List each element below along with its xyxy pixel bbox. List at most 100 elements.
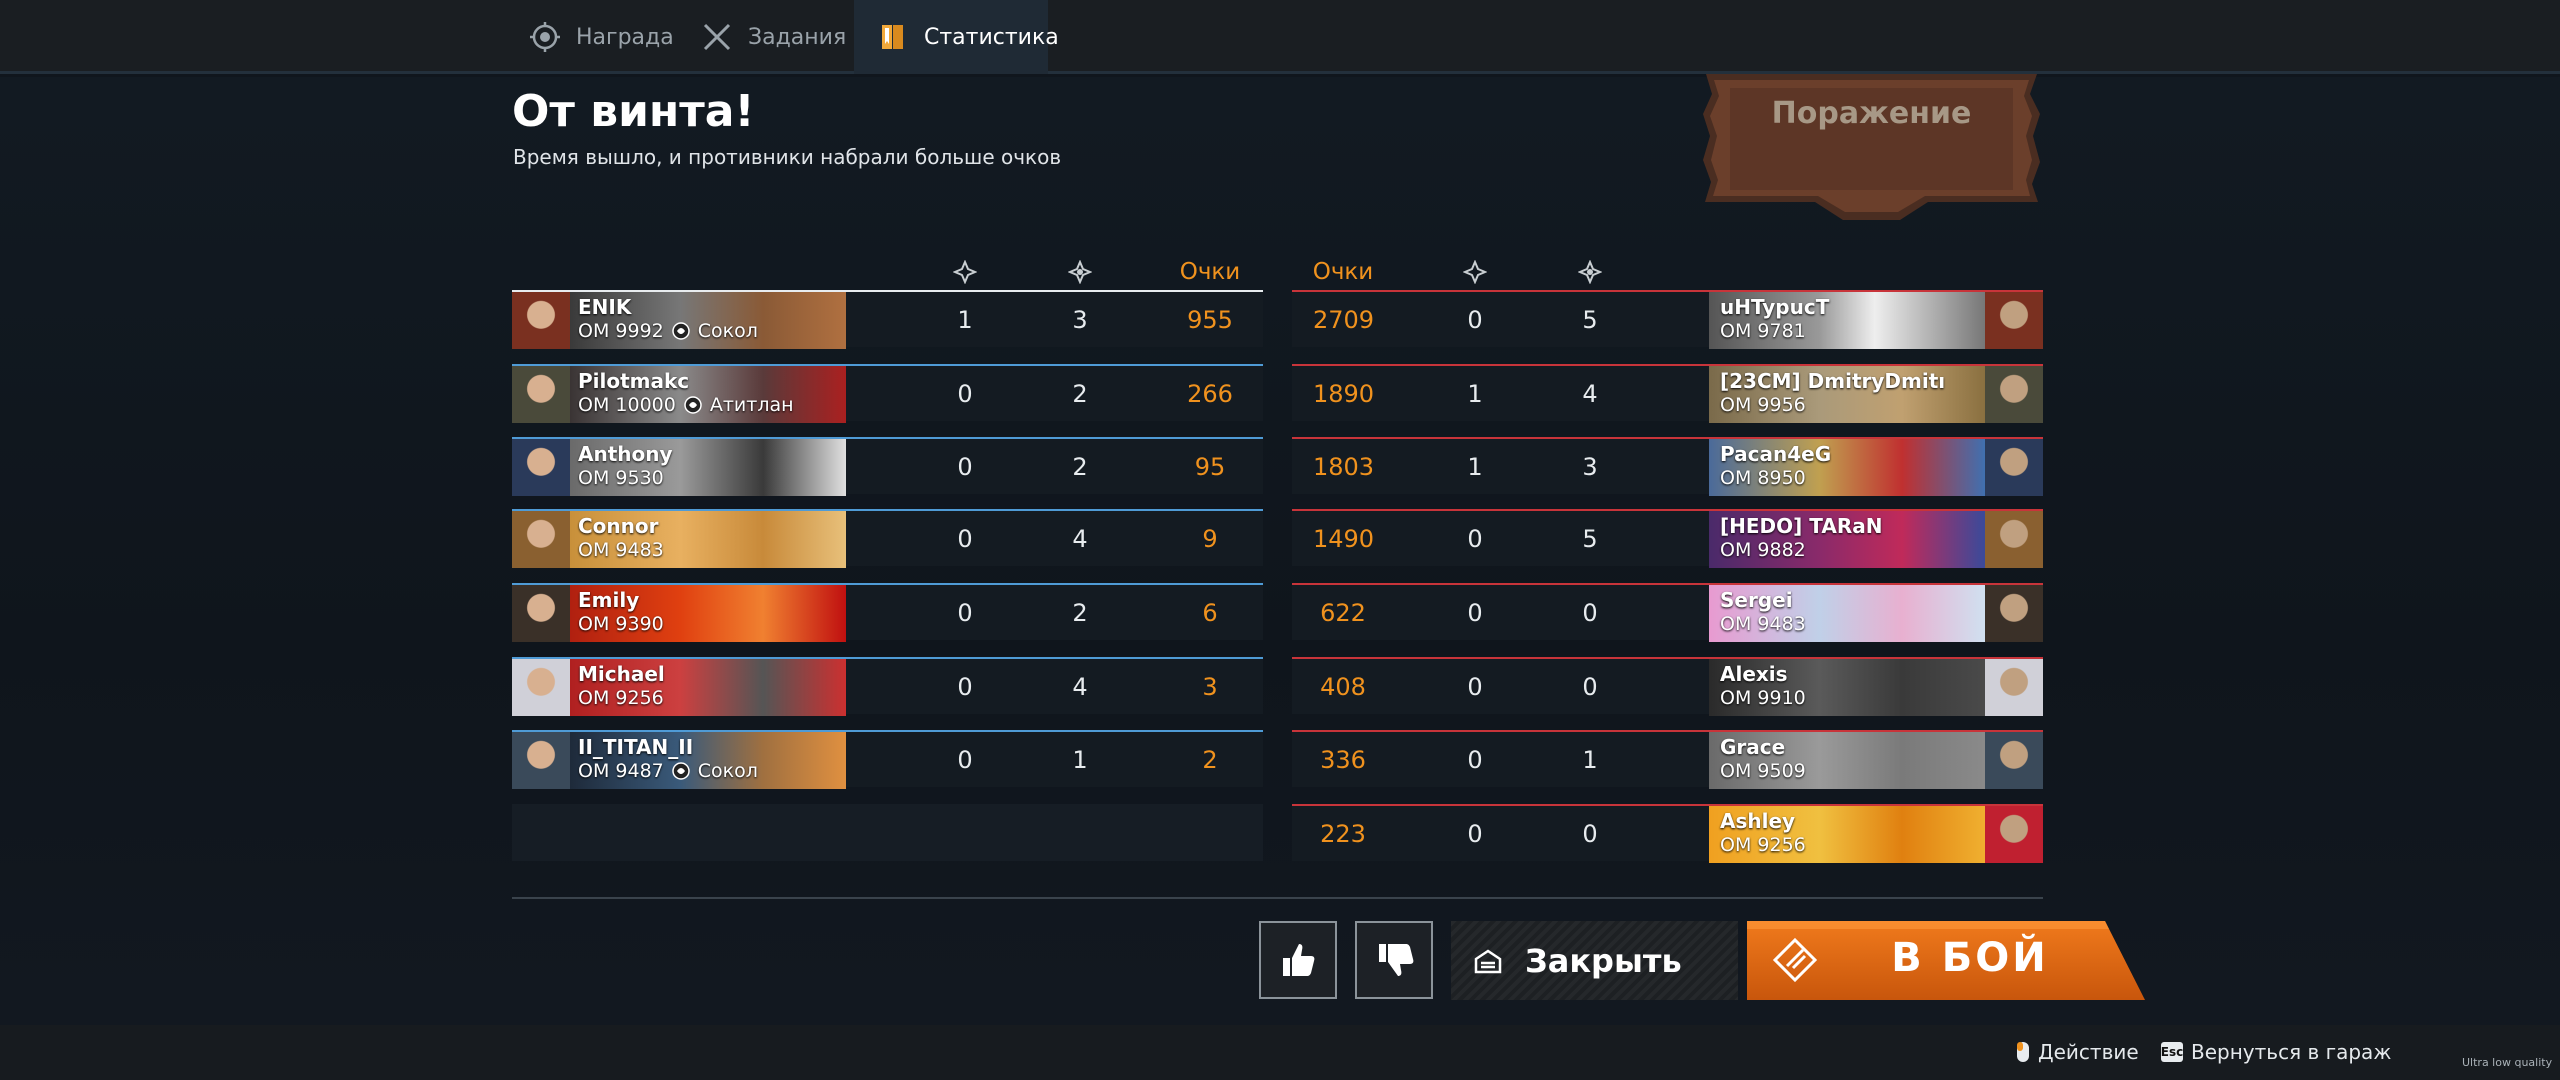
stat-a: 1 [1467, 380, 1483, 408]
right-player-row[interactable]: 2709 0 5 uHTypucT ОМ 9781 [1292, 290, 2043, 349]
stat-points: 1890 [1313, 380, 1375, 408]
player-name: Connor [578, 514, 659, 538]
award-icon [528, 20, 562, 54]
stat-a: 0 [957, 599, 973, 627]
stat-points: 3 [1202, 673, 1218, 701]
player-rating-value: ОМ 9487 [578, 760, 664, 782]
player-name: [23CM] DmitryDmitı [1720, 369, 1946, 393]
stat-b: 5 [1582, 306, 1598, 334]
stat-points: 336 [1320, 746, 1366, 774]
kills-icon [953, 260, 977, 284]
player-rating: ОМ 9390 [578, 613, 664, 635]
player-rating-value: ОМ 9956 [1720, 394, 1806, 416]
fight-button-label: В БОЙ [1891, 935, 2049, 981]
hint-action: Действие [2016, 1040, 2139, 1064]
player-rating-value: ОМ 9910 [1720, 687, 1806, 709]
player-rating-value: ОМ 9256 [578, 687, 664, 709]
stat-b: 0 [1582, 599, 1598, 627]
player-name: [HEDO] TARaN [1720, 514, 1883, 538]
player-rating-value: ОМ 9530 [578, 467, 664, 489]
avatar [1985, 439, 2043, 496]
stat-points: 622 [1320, 599, 1366, 627]
stat-a: 0 [957, 453, 973, 481]
stat-b: 4 [1072, 525, 1088, 553]
tab-statistics[interactable]: Статистика [854, 0, 1059, 74]
avatar [1985, 659, 2043, 716]
falcon-clan-icon [672, 322, 690, 340]
player-rating: ОМ 10000 Атитлан [578, 394, 794, 416]
stat-points: 266 [1187, 380, 1233, 408]
stat-points: 9 [1202, 525, 1218, 553]
tab-award-label: Награда [576, 24, 674, 50]
avatar [512, 732, 570, 789]
page-subtitle: Время вышло, и противники набрали больше… [513, 145, 1062, 169]
divider [512, 897, 2043, 899]
left-player-row[interactable]: Michael ОМ 9256 0 4 3 [512, 657, 1263, 716]
stat-b: 2 [1072, 599, 1088, 627]
avatar [1985, 806, 2043, 863]
player-rating-value: ОМ 9882 [1720, 539, 1806, 561]
hint-back-to-garage[interactable]: Esc Вернуться в гараж [2161, 1040, 2392, 1064]
close-button[interactable]: Закрыть [1451, 921, 1738, 1000]
player-name: Michael [578, 662, 665, 686]
stat-points: 2 [1202, 746, 1218, 774]
left-player-row[interactable]: Emily ОМ 9390 0 2 6 [512, 583, 1263, 642]
right-player-row[interactable]: 1803 1 3 Pacan4eG ОМ 8950 [1292, 437, 2043, 496]
player-rating: ОМ 9956 [1720, 394, 1806, 416]
stat-a: 1 [1467, 453, 1483, 481]
stat-a: 0 [957, 673, 973, 701]
right-player-row[interactable]: 1490 0 5 [HEDO] TARaN ОМ 9882 [1292, 509, 2043, 568]
stat-a: 0 [1467, 746, 1483, 774]
page-title: От винта! [512, 86, 755, 137]
right-player-row[interactable]: 1890 1 4 [23CM] DmitryDmitı ОМ 9956 [1292, 364, 2043, 423]
left-player-row[interactable]: Pilotmakc ОМ 10000 Атитлан 0 2 266 [512, 364, 1263, 423]
tab-tasks[interactable]: Задания [678, 0, 868, 74]
stat-b: 3 [1582, 453, 1598, 481]
right-player-row[interactable]: 223 0 0 Ashley ОМ 9256 [1292, 804, 2043, 863]
right-player-row[interactable]: 622 0 0 Sergei ОМ 9483 [1292, 583, 2043, 642]
top-tab-bar [0, 0, 2560, 74]
stat-points: 223 [1320, 820, 1366, 848]
stat-b: 1 [1582, 746, 1598, 774]
stat-b: 4 [1582, 380, 1598, 408]
left-player-row[interactable]: ENIK ОМ 9992 Сокол 1 3 955 [512, 290, 1263, 349]
like-button[interactable] [1259, 921, 1337, 999]
avatar [512, 511, 570, 568]
col-kills-icon-right [1445, 257, 1505, 287]
hint-action-label: Действие [2038, 1040, 2139, 1064]
right-player-row[interactable]: 336 0 1 Grace ОМ 9509 [1292, 730, 2043, 789]
player-name: ENIK [578, 295, 632, 319]
thumbs-down-icon [1379, 944, 1414, 976]
col-deaths-icon-right [1560, 257, 1620, 287]
esc-key-icon: Esc [2161, 1042, 2183, 1062]
dislike-button[interactable] [1355, 921, 1433, 999]
player-rating: ОМ 9483 [1720, 613, 1806, 635]
right-player-row[interactable]: 408 0 0 Alexis ОМ 9910 [1292, 657, 2043, 716]
tab-statistics-label: Статистика [924, 24, 1059, 50]
player-rating-value: ОМ 9992 [578, 320, 664, 342]
avatar [1985, 366, 2043, 423]
left-player-row[interactable]: Anthony ОМ 9530 0 2 95 [512, 437, 1263, 496]
player-rating: ОМ 9256 [578, 687, 664, 709]
bookmarks-icon [876, 20, 910, 54]
col-deaths-icon-left [1050, 257, 1110, 287]
stat-points: 1490 [1313, 525, 1375, 553]
hint-back-label: Вернуться в гараж [2191, 1040, 2392, 1064]
avatar [512, 439, 570, 496]
stat-a: 0 [1467, 306, 1483, 334]
player-name: Emily [578, 588, 640, 612]
player-rating-value: ОМ 9509 [1720, 760, 1806, 782]
player-name: Anthony [578, 442, 673, 466]
stat-b: 2 [1072, 380, 1088, 408]
stat-points: 2709 [1313, 306, 1375, 334]
player-name: Alexis [1720, 662, 1788, 686]
player-rating: ОМ 9483 [578, 539, 664, 561]
left-player-row[interactable]: Connor ОМ 9483 0 4 9 [512, 509, 1263, 568]
tab-award[interactable]: Награда [506, 0, 696, 74]
left-player-row[interactable]: II_TITAN_II ОМ 9487 Сокол 0 1 2 [512, 730, 1263, 789]
defeat-result-label: Поражение [1771, 96, 1972, 131]
col-points-right: Очки [1312, 259, 1374, 285]
avatar [1985, 585, 2043, 642]
col-kills-icon-left [935, 257, 995, 287]
stat-a: 0 [1467, 673, 1483, 701]
